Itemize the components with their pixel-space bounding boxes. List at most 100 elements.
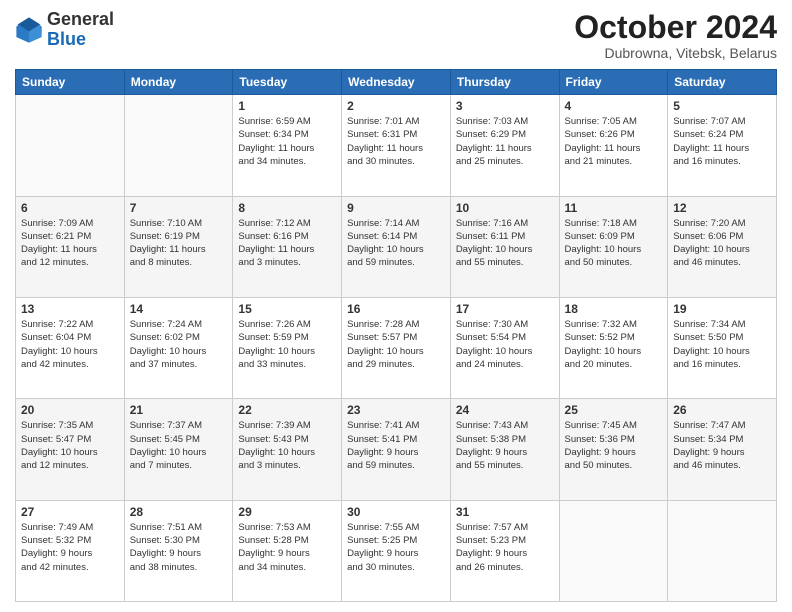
day-info: Daylight: 9 hours xyxy=(673,446,771,459)
day-info: Sunset: 5:54 PM xyxy=(456,331,554,344)
calendar-cell: 25Sunrise: 7:45 AMSunset: 5:36 PMDayligh… xyxy=(559,399,668,500)
day-number: 12 xyxy=(673,201,771,215)
calendar-cell: 23Sunrise: 7:41 AMSunset: 5:41 PMDayligh… xyxy=(342,399,451,500)
day-info: Daylight: 10 hours xyxy=(565,243,663,256)
day-info: and 34 minutes. xyxy=(238,155,336,168)
day-info: and 12 minutes. xyxy=(21,256,119,269)
col-header-friday: Friday xyxy=(559,70,668,95)
day-info: Sunrise: 7:39 AM xyxy=(238,419,336,432)
day-number: 18 xyxy=(565,302,663,316)
day-info: and 50 minutes. xyxy=(565,256,663,269)
day-number: 23 xyxy=(347,403,445,417)
day-info: Daylight: 9 hours xyxy=(347,547,445,560)
col-header-sunday: Sunday xyxy=(16,70,125,95)
day-number: 19 xyxy=(673,302,771,316)
day-info: Daylight: 10 hours xyxy=(565,345,663,358)
col-header-wednesday: Wednesday xyxy=(342,70,451,95)
day-info: Sunrise: 7:55 AM xyxy=(347,521,445,534)
calendar-cell: 12Sunrise: 7:20 AMSunset: 6:06 PMDayligh… xyxy=(668,196,777,297)
day-info: and 24 minutes. xyxy=(456,358,554,371)
day-number: 30 xyxy=(347,505,445,519)
day-info: Sunrise: 7:53 AM xyxy=(238,521,336,534)
day-number: 8 xyxy=(238,201,336,215)
day-info: and 8 minutes. xyxy=(130,256,228,269)
calendar-cell: 5Sunrise: 7:07 AMSunset: 6:24 PMDaylight… xyxy=(668,95,777,196)
day-info: and 42 minutes. xyxy=(21,358,119,371)
calendar-cell: 10Sunrise: 7:16 AMSunset: 6:11 PMDayligh… xyxy=(450,196,559,297)
day-info: Daylight: 10 hours xyxy=(130,345,228,358)
calendar-week-1: 6Sunrise: 7:09 AMSunset: 6:21 PMDaylight… xyxy=(16,196,777,297)
day-info: Sunrise: 7:10 AM xyxy=(130,217,228,230)
day-info: Sunrise: 7:43 AM xyxy=(456,419,554,432)
day-info: Sunrise: 7:37 AM xyxy=(130,419,228,432)
calendar-cell: 24Sunrise: 7:43 AMSunset: 5:38 PMDayligh… xyxy=(450,399,559,500)
calendar-cell: 27Sunrise: 7:49 AMSunset: 5:32 PMDayligh… xyxy=(16,500,125,601)
calendar-week-2: 13Sunrise: 7:22 AMSunset: 6:04 PMDayligh… xyxy=(16,297,777,398)
day-info: Sunset: 6:02 PM xyxy=(130,331,228,344)
day-number: 22 xyxy=(238,403,336,417)
day-info: and 16 minutes. xyxy=(673,155,771,168)
day-info: Sunset: 6:06 PM xyxy=(673,230,771,243)
day-info: and 42 minutes. xyxy=(21,561,119,574)
logo-text: General Blue xyxy=(47,10,114,50)
day-number: 26 xyxy=(673,403,771,417)
day-info: Sunset: 6:11 PM xyxy=(456,230,554,243)
day-info: Daylight: 11 hours xyxy=(130,243,228,256)
day-info: Sunset: 5:57 PM xyxy=(347,331,445,344)
day-info: Daylight: 9 hours xyxy=(456,446,554,459)
day-info: Daylight: 11 hours xyxy=(456,142,554,155)
day-info: and 7 minutes. xyxy=(130,459,228,472)
day-info: Sunrise: 7:34 AM xyxy=(673,318,771,331)
day-info: Sunset: 5:32 PM xyxy=(21,534,119,547)
day-info: Sunrise: 7:26 AM xyxy=(238,318,336,331)
day-info: Daylight: 10 hours xyxy=(456,243,554,256)
day-info: and 3 minutes. xyxy=(238,256,336,269)
day-number: 31 xyxy=(456,505,554,519)
day-info: Sunset: 5:50 PM xyxy=(673,331,771,344)
day-number: 7 xyxy=(130,201,228,215)
calendar-cell: 20Sunrise: 7:35 AMSunset: 5:47 PMDayligh… xyxy=(16,399,125,500)
day-info: and 59 minutes. xyxy=(347,459,445,472)
day-number: 14 xyxy=(130,302,228,316)
day-info: Sunset: 6:26 PM xyxy=(565,128,663,141)
day-info: and 46 minutes. xyxy=(673,256,771,269)
day-info: Sunset: 6:21 PM xyxy=(21,230,119,243)
calendar-cell: 30Sunrise: 7:55 AMSunset: 5:25 PMDayligh… xyxy=(342,500,451,601)
day-number: 20 xyxy=(21,403,119,417)
calendar-cell: 13Sunrise: 7:22 AMSunset: 6:04 PMDayligh… xyxy=(16,297,125,398)
calendar-cell: 22Sunrise: 7:39 AMSunset: 5:43 PMDayligh… xyxy=(233,399,342,500)
calendar-cell: 7Sunrise: 7:10 AMSunset: 6:19 PMDaylight… xyxy=(124,196,233,297)
day-info: Daylight: 11 hours xyxy=(238,243,336,256)
calendar-cell: 31Sunrise: 7:57 AMSunset: 5:23 PMDayligh… xyxy=(450,500,559,601)
day-info: Sunrise: 7:14 AM xyxy=(347,217,445,230)
day-info: Sunrise: 7:20 AM xyxy=(673,217,771,230)
day-info: Sunrise: 7:51 AM xyxy=(130,521,228,534)
day-number: 6 xyxy=(21,201,119,215)
day-info: and 12 minutes. xyxy=(21,459,119,472)
day-info: Sunrise: 7:03 AM xyxy=(456,115,554,128)
day-number: 9 xyxy=(347,201,445,215)
day-info: and 46 minutes. xyxy=(673,459,771,472)
calendar-cell: 3Sunrise: 7:03 AMSunset: 6:29 PMDaylight… xyxy=(450,95,559,196)
day-info: Daylight: 11 hours xyxy=(347,142,445,155)
day-info: and 21 minutes. xyxy=(565,155,663,168)
calendar-header-row: SundayMondayTuesdayWednesdayThursdayFrid… xyxy=(16,70,777,95)
day-info: and 26 minutes. xyxy=(456,561,554,574)
day-info: Sunset: 5:36 PM xyxy=(565,433,663,446)
day-number: 13 xyxy=(21,302,119,316)
day-info: and 34 minutes. xyxy=(238,561,336,574)
calendar-cell: 11Sunrise: 7:18 AMSunset: 6:09 PMDayligh… xyxy=(559,196,668,297)
day-info: Daylight: 11 hours xyxy=(673,142,771,155)
day-info: Daylight: 9 hours xyxy=(21,547,119,560)
day-info: and 55 minutes. xyxy=(456,256,554,269)
day-info: Daylight: 10 hours xyxy=(673,345,771,358)
day-info: and 29 minutes. xyxy=(347,358,445,371)
page: General Blue October 2024 Dubrowna, Vite… xyxy=(0,0,792,612)
calendar-cell: 28Sunrise: 7:51 AMSunset: 5:30 PMDayligh… xyxy=(124,500,233,601)
col-header-monday: Monday xyxy=(124,70,233,95)
logo: General Blue xyxy=(15,10,114,50)
day-info: and 38 minutes. xyxy=(130,561,228,574)
day-info: and 30 minutes. xyxy=(347,155,445,168)
day-info: Daylight: 9 hours xyxy=(238,547,336,560)
day-info: Sunrise: 7:18 AM xyxy=(565,217,663,230)
